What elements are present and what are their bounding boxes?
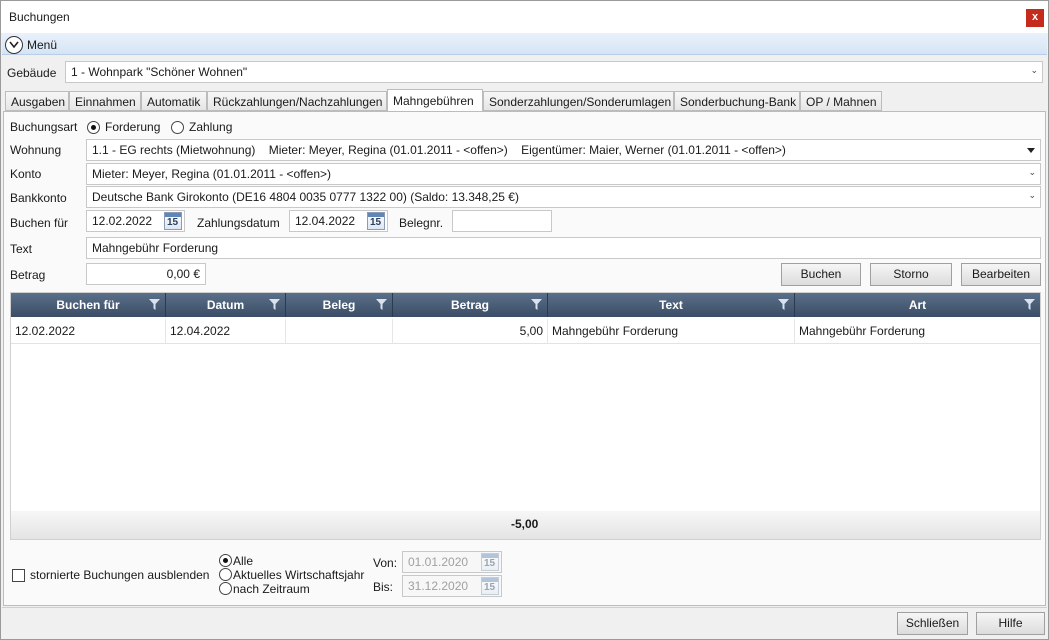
tab-automatik[interactable]: Automatik: [141, 91, 207, 111]
tab-rueckzahlungen[interactable]: Rückzahlungen/Nachzahlungen: [207, 91, 387, 111]
book-for-date-value: 12.02.2022: [92, 214, 153, 228]
calendar-icon[interactable]: 15: [481, 577, 499, 595]
cancel-booking-button[interactable]: Storno: [870, 263, 952, 286]
payment-date-input[interactable]: 12.04.2022 15: [289, 210, 388, 232]
radio-range-all[interactable]: [219, 554, 232, 567]
text-input[interactable]: Mahngebühr Forderung: [86, 237, 1041, 259]
table-row[interactable]: 12.02.2022 12.04.2022 5,00 Mahngebühr Fo…: [11, 319, 1040, 344]
apartment-label: Wohnung: [10, 143, 62, 157]
bookings-window: Buchungen x Menü Gebäude 1 - Wohnpark "S…: [0, 0, 1049, 640]
radio-range-all-label[interactable]: Alle: [233, 554, 253, 568]
radio-forderung-label[interactable]: Forderung: [105, 120, 160, 134]
table-header: Buchen für Datum Beleg Betrag Text Art: [11, 293, 1040, 317]
tab-ausgaben[interactable]: Ausgaben: [5, 91, 69, 111]
column-header-art[interactable]: Art: [795, 293, 1040, 317]
filter-icon[interactable]: [149, 299, 160, 310]
book-for-label: Buchen für: [10, 216, 69, 230]
dropdown-arrow-icon: [1027, 148, 1035, 153]
building-value: 1 - Wohnpark "Schöner Wohnen": [71, 65, 248, 79]
book-button[interactable]: Buchen: [781, 263, 861, 286]
payment-date-value: 12.04.2022: [295, 214, 356, 228]
chevron-down-icon: ⌄: [1028, 167, 1036, 177]
cell-beleg: [286, 319, 393, 344]
filter-icon[interactable]: [531, 299, 542, 310]
text-label: Text: [10, 242, 33, 256]
filter-icon[interactable]: [269, 299, 280, 310]
amount-label: Betrag: [10, 268, 46, 282]
hide-cancelled-label[interactable]: stornierte Buchungen ausblenden: [30, 568, 209, 582]
bank-label: Bankkonto: [10, 191, 67, 205]
radio-zahlung-label[interactable]: Zahlung: [189, 120, 232, 134]
filter-icon[interactable]: [778, 299, 789, 310]
calendar-icon[interactable]: 15: [367, 212, 385, 230]
payment-date-label: Zahlungsdatum: [197, 216, 280, 230]
cell-art: Mahngebühr Forderung: [799, 324, 926, 338]
apartment-select[interactable]: 1.1 - EG rechts (Mietwohnung) Mieter: Me…: [86, 139, 1041, 161]
from-label: Von:: [373, 556, 398, 570]
cell-buchen-fuer: 12.02.2022: [11, 319, 166, 344]
column-header-betrag[interactable]: Betrag: [393, 293, 548, 317]
help-button[interactable]: Hilfe: [976, 612, 1045, 635]
tab-op-mahnen[interactable]: OP / Mahnen: [800, 91, 882, 111]
building-label: Gebäude: [7, 66, 57, 80]
bookings-table: Buchen für Datum Beleg Betrag Text Art 1…: [10, 292, 1041, 540]
bank-account-select[interactable]: Deutsche Bank Girokonto (DE16 4804 0035 …: [86, 186, 1041, 208]
tab-sonderbuchung-bank[interactable]: Sonderbuchung-Bank: [674, 91, 800, 111]
radio-range-fiscal-year[interactable]: [219, 568, 232, 581]
calendar-icon[interactable]: 15: [481, 553, 499, 571]
booking-type-label: Buchungsart: [10, 120, 78, 134]
radio-range-period-label[interactable]: nach Zeitraum: [233, 582, 310, 596]
title-bar: Buchungen x: [1, 1, 1048, 33]
account-label: Konto: [10, 167, 42, 181]
radio-range-fiscal-year-label[interactable]: Aktuelles Wirtschaftsjahr: [233, 568, 364, 582]
tab-sonderzahlungen[interactable]: Sonderzahlungen/Sonderumlagen: [483, 91, 674, 111]
account-select[interactable]: Mieter: Meyer, Regina (01.01.2011 - <off…: [86, 163, 1041, 185]
close-window-button[interactable]: x: [1026, 9, 1044, 27]
column-header-text[interactable]: Text: [548, 293, 795, 317]
from-date-value: 01.01.2020: [408, 555, 469, 569]
radio-zahlung[interactable]: [171, 121, 184, 134]
receipt-input[interactable]: [452, 210, 552, 232]
menu-label[interactable]: Menü: [27, 38, 57, 52]
menu-bar[interactable]: Menü: [2, 34, 1047, 55]
cell-text: Mahngebühr Forderung: [548, 319, 795, 344]
to-label: Bis:: [373, 580, 394, 594]
cell-datum: 12.04.2022: [166, 319, 286, 344]
edit-button[interactable]: Bearbeiten: [961, 263, 1041, 286]
tab-einnahmen[interactable]: Einnahmen: [69, 91, 141, 111]
filter-icon[interactable]: [1024, 299, 1035, 310]
calendar-icon[interactable]: 15: [164, 212, 182, 230]
building-select[interactable]: 1 - Wohnpark "Schöner Wohnen" ⌄: [65, 61, 1043, 83]
receipt-label: Belegnr.: [399, 216, 444, 230]
filter-icon[interactable]: [376, 299, 387, 310]
close-button[interactable]: Schließen: [897, 612, 968, 635]
apartment-value: 1.1 - EG rechts (Mietwohnung) Mieter: Me…: [92, 143, 786, 157]
account-value: Mieter: Meyer, Regina (01.01.2011 - <off…: [92, 167, 332, 181]
column-header-beleg[interactable]: Beleg: [286, 293, 393, 317]
expand-menu-icon[interactable]: [5, 36, 23, 54]
from-date-input[interactable]: 01.01.2020 15: [402, 551, 502, 573]
to-date-input[interactable]: 31.12.2020 15: [402, 575, 502, 597]
to-date-value: 31.12.2020: [408, 579, 469, 593]
footer-bar: Schließen Hilfe: [2, 607, 1047, 639]
table-footer: -5,00: [11, 511, 1040, 539]
cell-betrag: 5,00: [393, 319, 548, 344]
sum-value: -5,00: [511, 517, 539, 531]
tab-mahngebuehren[interactable]: Mahngebühren: [387, 89, 483, 111]
book-for-date-input[interactable]: 12.02.2022 15: [86, 210, 185, 232]
column-header-buchen-fuer[interactable]: Buchen für: [11, 293, 166, 317]
amount-input[interactable]: 0,00 €: [86, 263, 206, 285]
radio-forderung[interactable]: [87, 121, 100, 134]
radio-range-period[interactable]: [219, 582, 232, 595]
hide-cancelled-checkbox[interactable]: [12, 569, 25, 582]
column-header-datum[interactable]: Datum: [166, 293, 286, 317]
window-title: Buchungen: [9, 10, 70, 24]
chevron-down-icon: ⌄: [1030, 65, 1038, 75]
bank-account-value: Deutsche Bank Girokonto (DE16 4804 0035 …: [92, 190, 519, 204]
chevron-down-icon: ⌄: [1028, 190, 1036, 200]
